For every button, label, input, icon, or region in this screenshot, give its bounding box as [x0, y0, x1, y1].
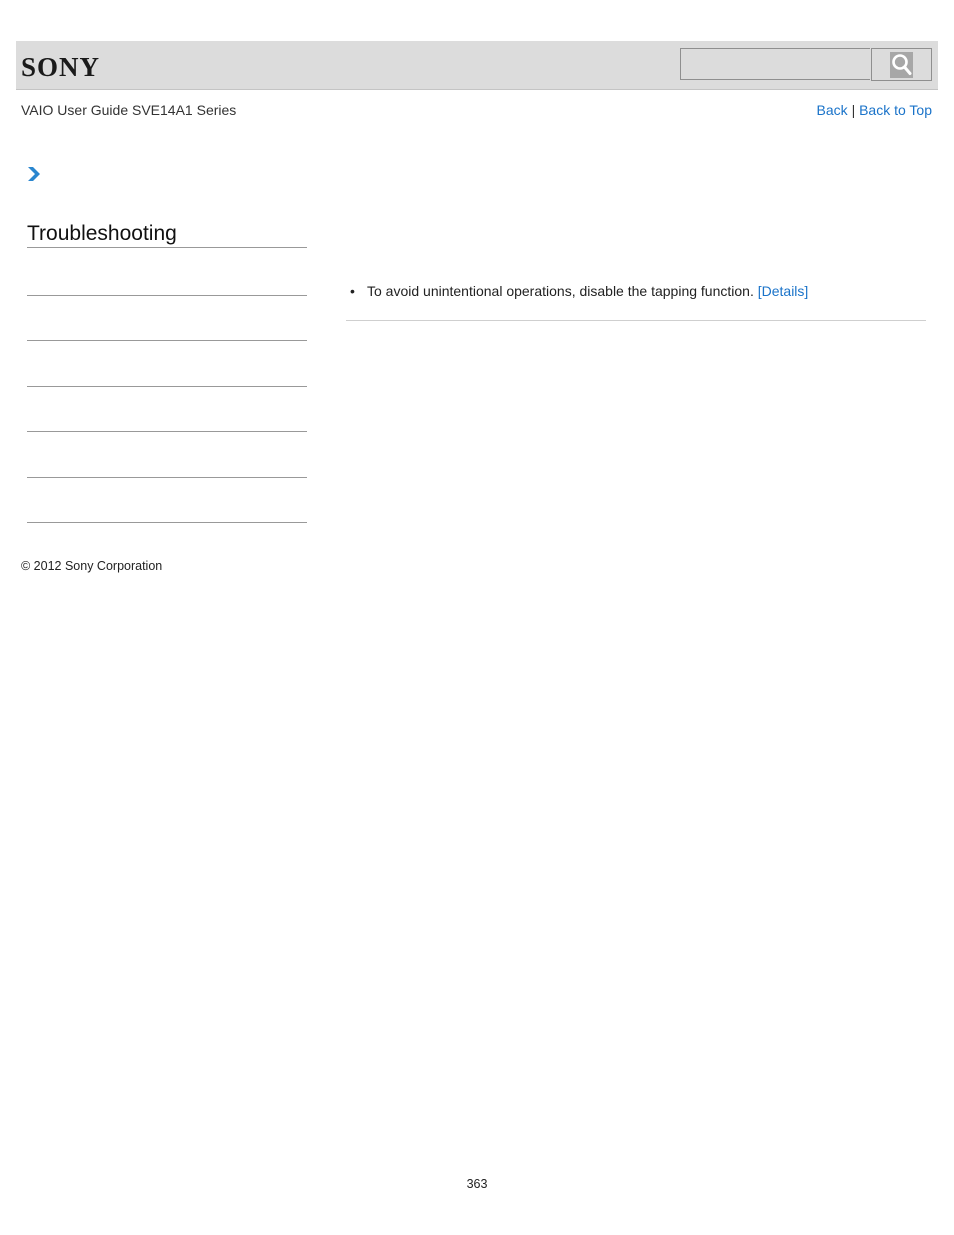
sidebar-item[interactable]: [27, 295, 307, 296]
details-link[interactable]: [Details]: [758, 283, 809, 299]
copyright: © 2012 Sony Corporation: [21, 559, 163, 573]
nav-separator: |: [851, 102, 856, 118]
item-text: To avoid unintentional operations, disab…: [367, 283, 754, 299]
sidebar-item[interactable]: [27, 477, 307, 478]
back-link[interactable]: Back: [817, 102, 848, 118]
sidebar-title: Troubleshooting: [27, 222, 307, 248]
sony-logo: SONY: [21, 52, 101, 82]
back-to-top-link[interactable]: Back to Top: [859, 102, 932, 118]
page-number: 363: [466, 1177, 488, 1191]
search-button[interactable]: [871, 48, 932, 81]
sidebar-item[interactable]: [27, 522, 307, 523]
sidebar-item[interactable]: [27, 340, 307, 341]
content-list-item: • To avoid unintentional operations, disa…: [350, 283, 808, 299]
search-icon: [890, 51, 913, 78]
sidebar-item[interactable]: [27, 386, 307, 387]
sidebar-item[interactable]: [27, 431, 307, 432]
chevron-right-icon: [27, 166, 41, 187]
guide-title: VAIO User Guide SVE14A1 Series: [21, 102, 237, 118]
header-bar: SONY: [16, 41, 938, 90]
bullet: •: [350, 283, 355, 299]
nav-links: Back | Back to Top: [817, 102, 932, 118]
search-input[interactable]: [680, 48, 870, 80]
content-divider: [346, 320, 926, 321]
